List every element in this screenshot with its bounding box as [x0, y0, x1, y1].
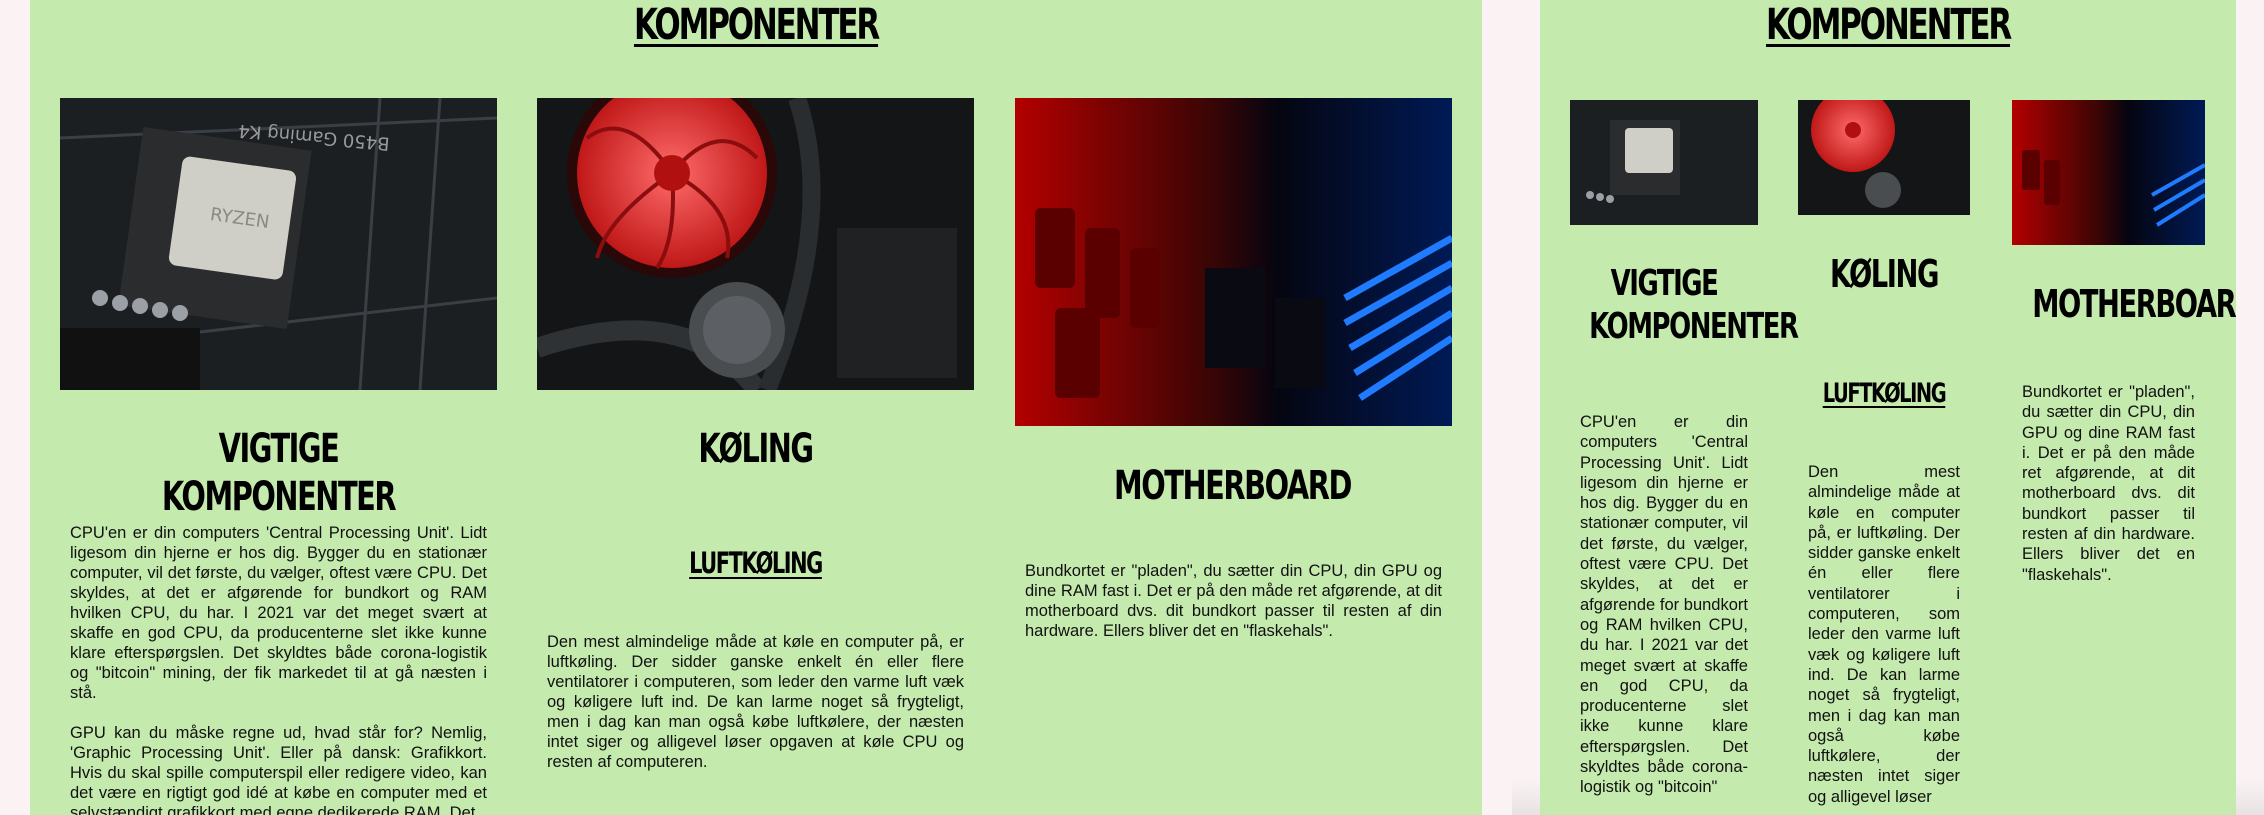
section-title: KOMPONENTER	[633, 0, 880, 50]
heading-vigtige-komponenter: VIGTIGE KOMPONENTER	[1589, 262, 1799, 348]
heading-koling: KØLING	[1829, 252, 1939, 296]
cpu-photo: RYZEN B450 Gaming K4	[60, 98, 497, 390]
motherboard-paragraph: Bundkortet er "pladen", du sætter din CP…	[1025, 562, 1442, 640]
motherboard-text: Bundkortet er "pladen", du sætter din CP…	[1025, 561, 1442, 661]
cpu-paragraph: CPU'en er din computers 'Central Process…	[70, 524, 487, 702]
heading-motherboard: MOTHERBOARD	[1114, 463, 1352, 509]
cooling-paragraph: Den mest almindelige måde at køle en com…	[547, 633, 964, 771]
cooling-text: Den mest almindelige måde at køle en com…	[1808, 463, 1960, 806]
cooling-photo	[537, 98, 974, 390]
section-title: KOMPONENTER	[1765, 0, 2012, 50]
heading-line: VIGTIGE	[1610, 263, 1719, 304]
komponenter-section-narrow: KOMPONENTER VIGTIGE KOMPONENTER CPU'en e…	[1540, 0, 2236, 815]
cooling-photo	[1798, 100, 1970, 215]
motherboard-photo	[1015, 98, 1452, 426]
heading-luftkoling: LUFTKØLING	[1822, 378, 1947, 409]
motherboard-text: Bundkortet er "pladen", du sætter din CP…	[2022, 383, 2195, 584]
motherboard-photo	[2012, 100, 2205, 245]
komponenter-section-wide: KOMPONENTER RYZEN B450 Gaming K4 VIGTIGE…	[30, 0, 1482, 815]
heading-vigtige-komponenter: VIGTIGE KOMPONENTER	[161, 426, 397, 520]
heading-line: KOMPONENTER	[1589, 306, 1799, 348]
cooling-text: Den mest almindelige måde at køle en com…	[547, 632, 964, 792]
cpu-photo	[1570, 100, 1758, 225]
heading-luftkoling: LUFTKØLING	[689, 546, 823, 580]
cpu-text: CPU'en er din computers 'Central Process…	[1580, 413, 1748, 797]
heading-koling: KØLING	[698, 426, 814, 472]
gpu-paragraph: GPU kan du måske regne ud, hvad står for…	[70, 724, 487, 815]
heading-motherboard: MOTHERBOARD	[2032, 282, 2236, 326]
cpu-text: CPU'en er din computers 'Central Process…	[70, 523, 487, 815]
